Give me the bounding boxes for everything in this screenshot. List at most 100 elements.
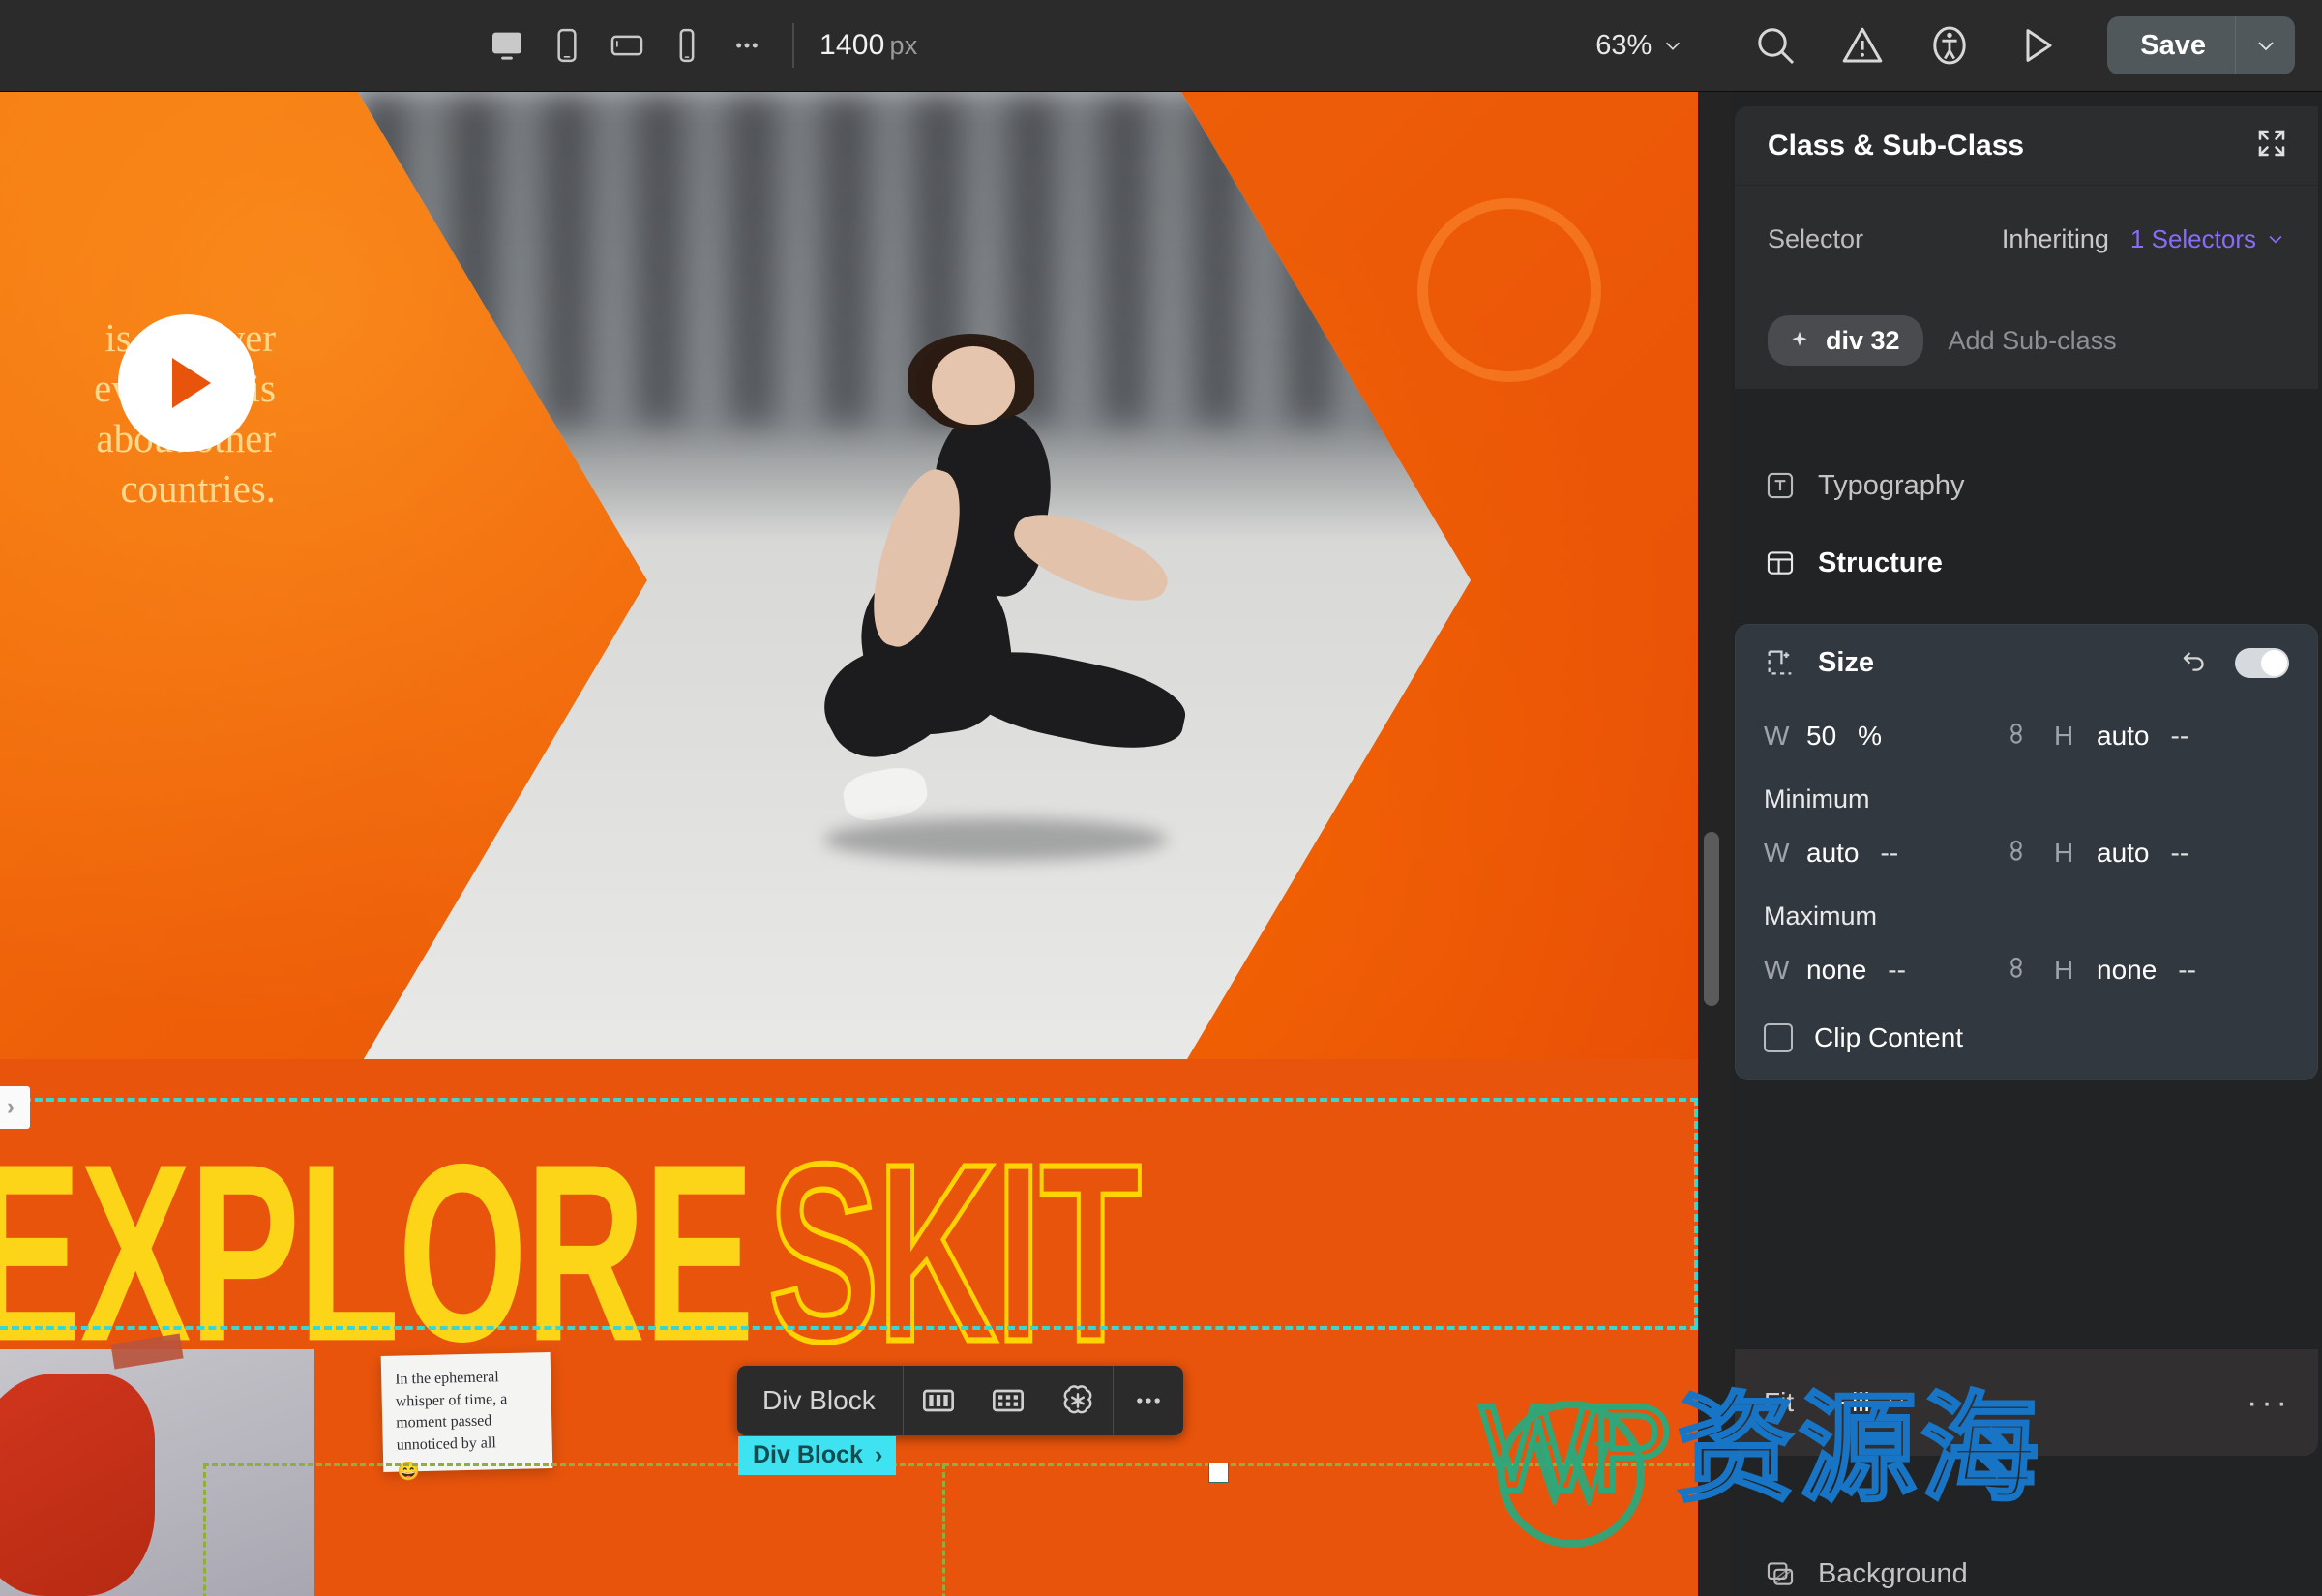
size-minimum-row: W auto -- H auto -- (1735, 818, 2318, 888)
canvas-scrollbar-thumb[interactable] (1704, 832, 1719, 1006)
sticky-note-emoji: 😄 (397, 1461, 421, 1483)
figure-head (931, 345, 1015, 425)
save-button-group: Save (2107, 16, 2295, 74)
style-panel: Class & Sub-Class Selector Inheriting 1 … (1731, 92, 2322, 1596)
size-enable-toggle[interactable] (2235, 647, 2289, 678)
tablet-icon (557, 28, 577, 63)
hud-element-label[interactable]: Div Block (737, 1366, 904, 1435)
tablet-view-button[interactable] (539, 17, 595, 74)
grid-icon (992, 1389, 1024, 1412)
hero-section[interactable]: is discover everyone is about other coun… (0, 92, 1698, 1059)
add-subclass-input[interactable]: Add Sub-class (1949, 326, 2117, 356)
size-maximum-row: W none -- H none -- (1735, 935, 2318, 1005)
warnings-button[interactable] (1832, 15, 1892, 75)
link-icon (2010, 957, 2022, 978)
accessibility-icon (1933, 26, 1966, 65)
more-devices-button[interactable] (719, 17, 775, 74)
mobile-view-button[interactable] (659, 17, 715, 74)
fit-value-dropdown[interactable]: Fill (1835, 1387, 1907, 1418)
fit-label: Fit (1764, 1387, 1795, 1417)
search-button[interactable] (1745, 15, 1805, 75)
columns-icon (922, 1389, 954, 1412)
min-height-value: auto (2097, 838, 2150, 868)
size-width-value: 50 (1806, 721, 1837, 751)
max-width-field[interactable]: W none -- (1764, 955, 1979, 986)
size-height-key: H (2054, 721, 2074, 751)
hero-quote-line: countries. (120, 466, 276, 512)
chevron-down-icon (2269, 235, 2282, 244)
accessibility-button[interactable] (1920, 15, 1980, 75)
zoom-control[interactable]: 63% (1595, 30, 1683, 62)
selector-label: Selector (1768, 223, 1864, 253)
min-height-key: H (2054, 838, 2074, 868)
save-button[interactable]: Save (2107, 16, 2235, 74)
section-structure[interactable]: Structure (1731, 532, 2322, 594)
preview-button[interactable] (2007, 15, 2067, 75)
hud-more-button[interactable] (1114, 1366, 1183, 1435)
element-hud-toolbar: Div Block (737, 1366, 1183, 1435)
selector-row: Selector Inheriting 1 Selectors (1735, 186, 2318, 292)
clip-content-checkbox-row[interactable]: Clip Content (1735, 1005, 2318, 1059)
figure-arm-right (1004, 499, 1177, 617)
fit-value-label: Fill (1835, 1387, 1870, 1417)
max-link-button[interactable] (1979, 954, 2054, 987)
expand-icon[interactable] (2254, 126, 2289, 165)
bottom-block-left[interactable] (0, 1349, 314, 1596)
zoom-level-label: 63% (1595, 29, 1652, 61)
fit-more-button[interactable]: ··· (2247, 1384, 2291, 1422)
sticky-note[interactable]: In the ephemeral whisper of time, a mome… (380, 1352, 553, 1483)
class-chip-div32[interactable]: div 32 (1768, 315, 1923, 366)
size-link-button[interactable] (1979, 720, 2054, 753)
max-height-field[interactable]: H none -- (2054, 955, 2293, 986)
size-height-field[interactable]: H auto -- (2054, 721, 2293, 752)
desktop-icon (492, 32, 521, 60)
min-width-key: W (1764, 838, 1790, 868)
landscape-view-button[interactable] (599, 17, 655, 74)
clip-content-label: Clip Content (1814, 1022, 1964, 1052)
figure-shadow (823, 818, 1167, 861)
expand-arrows-icon (2258, 130, 2285, 157)
size-icon (1768, 650, 1792, 675)
min-link-button[interactable] (1979, 837, 2054, 870)
play-preview-icon (2026, 29, 2052, 62)
clip-content-checkbox[interactable] (1764, 1023, 1793, 1052)
desktop-view-button[interactable] (479, 17, 535, 74)
hud-columns-button[interactable] (904, 1366, 973, 1435)
selection-guide-bottom (0, 1326, 1698, 1330)
canvas-viewport[interactable]: is discover everyone is about other coun… (0, 92, 1698, 1596)
canvas-width-field[interactable]: 1400 px (819, 29, 917, 62)
selectors-count-dropdown[interactable]: 1 Selectors (2130, 224, 2285, 254)
parent-element-tag[interactable]: ck › (0, 1086, 31, 1129)
max-width-key: W (1764, 955, 1790, 985)
min-height-unit: -- (2170, 838, 2189, 868)
save-dropdown-button[interactable] (2235, 16, 2295, 74)
size-width-field[interactable]: W 50 % (1764, 721, 1979, 752)
min-width-field[interactable]: W auto -- (1764, 838, 1979, 869)
hud-ai-button[interactable] (1043, 1366, 1113, 1435)
size-card: Size W 50 % H auto -- Minimum W auto -- … (1735, 624, 2318, 1080)
figure-leg-front (955, 637, 1192, 762)
inheriting-label: Inheriting (2001, 223, 2109, 253)
size-reset-button[interactable] (2179, 645, 2210, 681)
size-height-value: auto (2097, 721, 2150, 751)
chevron-down-icon (2257, 42, 2274, 51)
chevron-down-icon (1666, 42, 1681, 50)
child-guide-mid (942, 1463, 945, 1596)
size-height-unit: -- (2170, 721, 2189, 751)
min-width-unit: -- (1880, 838, 1899, 868)
artboard[interactable]: is discover everyone is about other coun… (0, 92, 1698, 1596)
hud-grid-button[interactable] (973, 1366, 1043, 1435)
selected-element-tag[interactable]: Div Block › (738, 1436, 897, 1475)
ellipsis-icon (736, 43, 758, 48)
canvas-width-value: 1400 (819, 29, 885, 61)
sticky-note-text: In the ephemeral whisper of time, a mome… (395, 1369, 508, 1454)
typography-icon (1767, 472, 1794, 499)
section-background[interactable]: Background (1731, 1543, 2322, 1596)
top-toolbar: 1400 px 63% Save (0, 0, 2322, 92)
link-icon (2010, 840, 2022, 861)
selection-resize-handle[interactable] (1208, 1463, 1229, 1483)
section-typography[interactable]: Typography (1731, 455, 2322, 517)
max-width-unit: -- (1888, 955, 1906, 985)
play-button[interactable] (118, 314, 255, 452)
min-height-field[interactable]: H auto -- (2054, 838, 2293, 869)
